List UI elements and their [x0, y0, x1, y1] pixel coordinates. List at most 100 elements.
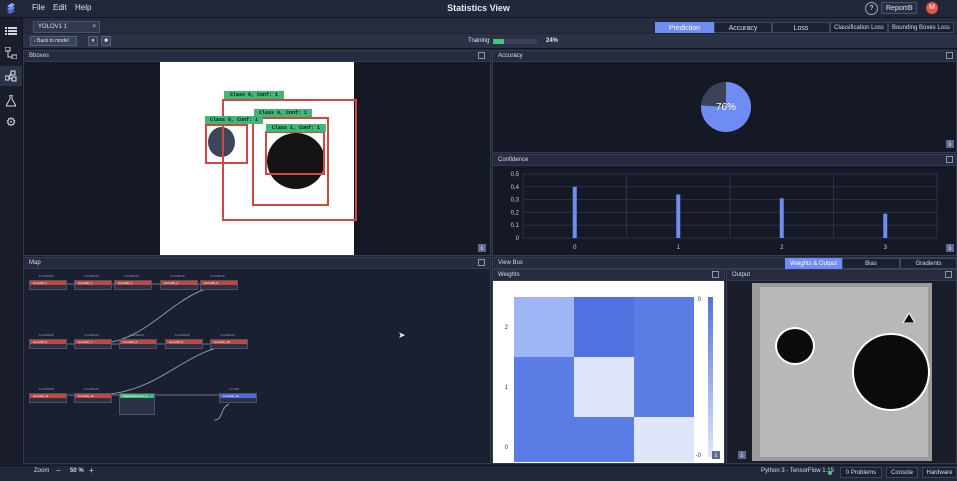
expand-icon[interactable] — [712, 271, 719, 278]
zoom-in-button[interactable]: + — [89, 466, 94, 475]
map-node[interactable]: Conv2D_7 — [74, 339, 112, 349]
avatar[interactable]: M — [926, 2, 938, 14]
model-graph-icon[interactable] — [4, 46, 18, 60]
hardware-button[interactable]: Hardware — [922, 467, 957, 478]
colorbar — [708, 297, 713, 457]
map-node-title: Conv2D_2 — [75, 281, 111, 285]
expand-icon[interactable] — [478, 52, 485, 59]
heatmap-cell — [574, 357, 634, 417]
map-node-caption: 1x1x30x30 — [84, 387, 99, 391]
map-node[interactable]: Conv2D_6 — [29, 339, 67, 349]
help-button[interactable]: ? — [865, 2, 878, 15]
mouse-cursor-icon: ➤ — [398, 330, 406, 340]
tab-bias[interactable]: Bias — [842, 258, 900, 269]
download-icon[interactable]: ⤓ — [712, 451, 720, 459]
bar — [883, 213, 888, 238]
gear-icon: ⚙ — [906, 5, 913, 12]
map-node[interactable]: Conv2D_8 — [119, 339, 157, 349]
heatmap-cell — [574, 417, 634, 462]
map-node[interactable]: Conv2D_9 — [165, 339, 203, 349]
tab-yolov1[interactable]: YOLOV1 1 × — [33, 21, 100, 33]
y-tick-label: 2 — [505, 325, 509, 331]
map-node[interactable]: Conv2D_2 — [74, 280, 112, 290]
colorbar-max-label: 0 — [698, 297, 702, 303]
tab-bounding-boxes-loss[interactable]: Bounding Boxes Loss — [888, 22, 954, 33]
menu-edit[interactable]: Edit — [53, 3, 67, 12]
map-node-title: Conv2D_13 — [220, 394, 256, 398]
list-icon[interactable] — [4, 24, 18, 38]
heatmap-cell — [514, 357, 574, 417]
expand-icon[interactable] — [946, 52, 953, 59]
tab-accuracy[interactable]: Accuracy — [714, 22, 772, 33]
back-to-model-button[interactable]: ‹ Back to model — [30, 36, 77, 46]
map-node[interactable]: Conv2D_13 — [219, 393, 257, 403]
map-node[interactable]: Conv2D_10 — [210, 339, 248, 349]
accuracy-value: 76% — [716, 102, 736, 113]
heatmap-cell — [514, 417, 574, 462]
tab-prediction[interactable]: Prediction — [655, 22, 714, 33]
flask-icon[interactable] — [4, 94, 18, 108]
expand-icon[interactable] — [946, 156, 953, 163]
heatmap-cell — [634, 357, 694, 417]
map-node-title: Conv2D_10 — [211, 340, 247, 344]
expand-icon[interactable] — [478, 259, 485, 266]
output-triangle — [902, 312, 916, 325]
menu-help[interactable]: Help — [75, 3, 91, 12]
map-node-title: ObjectDetection_1 — [120, 394, 154, 398]
tab-loss[interactable]: Loss — [772, 22, 830, 33]
map-node[interactable]: Conv2D_1 — [29, 280, 67, 290]
bbox-4 — [265, 131, 325, 175]
map-node-caption: 1x1x30x30 — [220, 333, 235, 337]
output-large-circle — [852, 333, 930, 411]
problems-button[interactable]: 0 Problems — [840, 467, 882, 478]
map-node-caption: 1x1x30x30 — [39, 333, 54, 337]
map-node[interactable]: Conv2D_5 — [200, 280, 238, 290]
map-node[interactable]: Conv2D_3 — [114, 280, 152, 290]
tab-gradients[interactable]: Gradients — [900, 258, 957, 269]
menu-file[interactable]: File — [32, 3, 45, 12]
panel-title: Weights — [493, 270, 724, 281]
download-icon[interactable]: ⤓ — [946, 244, 954, 252]
map-node-caption: 1x1x30x30 — [124, 274, 139, 278]
pause-button[interactable]: ⏸ — [88, 36, 98, 46]
accuracy-pie: 76% — [701, 82, 751, 132]
map-node[interactable]: Conv2D_12 — [74, 393, 112, 403]
tab-weights-output[interactable]: Weights & Output — [785, 258, 842, 269]
statistics-icon[interactable] — [0, 66, 22, 86]
detection-label: Class 0, Conf: 1 — [224, 91, 284, 99]
map-node-title: Conv2D_7 — [75, 340, 111, 344]
bar — [572, 186, 577, 238]
y-tick-label: 0,2 — [511, 210, 520, 216]
map-node-caption: 1x1x30x30 — [84, 333, 99, 337]
map-node[interactable]: Conv2D_4 — [160, 280, 198, 290]
map-node[interactable]: Conv2D_11 — [29, 393, 67, 403]
y-tick-label: 0,1 — [511, 223, 520, 229]
y-tick-label: 0,4 — [511, 185, 520, 191]
settings-icon[interactable]: ⚙ — [4, 115, 18, 129]
training-progress-fill — [493, 39, 504, 44]
map-connections — [64, 283, 245, 421]
download-icon[interactable]: ⤓ — [946, 140, 954, 148]
viewbox-title: View Box — [498, 260, 523, 266]
close-icon[interactable]: × — [92, 22, 96, 32]
panel-title: Accuracy — [493, 51, 956, 62]
download-icon[interactable]: ⤓ — [478, 244, 486, 252]
y-tick-label: 0 — [516, 236, 520, 242]
map-node-caption: 1x1x30x30 — [129, 333, 144, 337]
zoom-out-button[interactable]: − — [56, 466, 61, 475]
x-tick-label: 3 — [884, 245, 888, 251]
console-button[interactable]: Console — [886, 467, 918, 478]
report-button[interactable]: Report ⚙ — [881, 2, 917, 14]
tab-classification-loss[interactable]: Classification Loss — [830, 22, 888, 33]
download-icon[interactable]: ⤓ — [738, 451, 746, 459]
x-tick-label: 0 — [573, 245, 577, 251]
report-label: Report — [886, 5, 908, 12]
y-tick-label: 0 — [505, 445, 509, 451]
x-tick-label: 1 — [677, 245, 681, 251]
stop-button[interactable]: ■ — [101, 36, 111, 46]
panel-title: Output — [727, 270, 956, 281]
toolbar — [23, 34, 957, 49]
map-node[interactable]: ObjectDetection_1 — [119, 393, 155, 415]
expand-icon[interactable] — [945, 271, 952, 278]
detection-label: Class 1, Conf: 1 — [266, 124, 326, 132]
